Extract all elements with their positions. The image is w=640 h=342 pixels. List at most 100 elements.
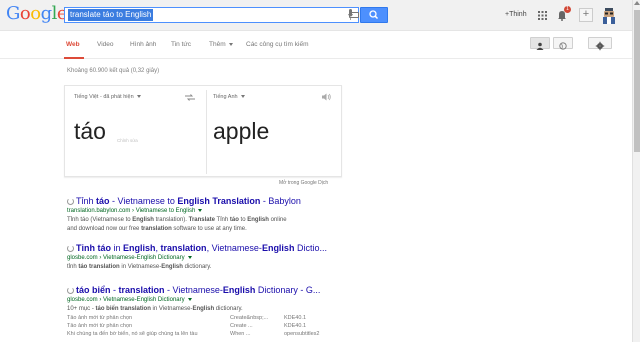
scrollbar[interactable] [632, 0, 640, 342]
logo-letter: G [6, 3, 20, 24]
snippet-text: táo [229, 217, 239, 223]
title-text: in [111, 243, 124, 253]
tab-images[interactable]: Hình ảnh [130, 41, 156, 48]
title-text: English [261, 243, 295, 253]
person-icon [536, 42, 544, 50]
target-language-select[interactable]: Tiếng Anh [213, 94, 245, 100]
search-icon [369, 10, 379, 20]
snippet-text: English [132, 217, 154, 223]
snippet-text: English [192, 306, 215, 312]
snippet-text: Tỉnh táo (Vietnamese to [67, 217, 133, 223]
result-url: glosbe.com › Vietnamese-English Dictiona… [67, 296, 337, 305]
table-cell: Tảo ảnh mới từ phản chọn [67, 315, 133, 321]
title-text: - Vietnamese- [164, 285, 223, 295]
snippet-text: táo biển [95, 306, 119, 312]
url-text: glosbe.com › Vietnamese-English Dictiona… [67, 255, 185, 261]
title-text: , Vietnamese- [206, 243, 262, 253]
avatar[interactable] [601, 7, 617, 24]
source-language-label: Tiếng Việt - đã phát hiện [74, 94, 134, 100]
chevron-down-icon[interactable] [187, 297, 192, 301]
result-snippet: and download now our free translation so… [67, 225, 337, 234]
table-cell: Create&nbsp;... [230, 315, 269, 321]
table-cell: When ... [230, 331, 251, 337]
title-text: táo [96, 196, 110, 206]
title-text: English Translation [177, 196, 261, 206]
snippet-text: English [161, 264, 183, 270]
title-text: Dictio... [294, 243, 327, 253]
search-result: táo biển - translation - Vietnamese-Engl… [67, 285, 337, 338]
source-language-select[interactable]: Tiếng Việt - đã phát hiện [74, 94, 141, 100]
snippet-text: translation). [153, 217, 189, 223]
result-url: glosbe.com › Vietnamese-English Dictiona… [67, 254, 337, 263]
snippet-text: software to use at any time. [171, 226, 247, 232]
result-table: Tảo ảnh mới từ phản chọn Create&nbsp;...… [67, 314, 337, 338]
google-logo[interactable]: Google [6, 3, 68, 24]
table-cell: Tảo ảnh mới từ phản chọn [67, 323, 133, 329]
search-button[interactable] [360, 7, 388, 23]
title-text: táo biển [76, 285, 111, 295]
search-input[interactable]: translate táo to English [68, 9, 154, 21]
gear-icon [595, 41, 605, 51]
table-cell: Create ... [230, 323, 253, 329]
tab-web[interactable]: Web [66, 41, 80, 48]
table-row: Khi chúng ta đến bờ biển, nó sẽ giúp chú… [67, 330, 337, 338]
scroll-up-arrow-icon[interactable] [634, 1, 640, 5]
result-stats: Khoảng 60.900 kết quả (0,32 giây) [67, 68, 160, 74]
result-title-link[interactable]: Tỉnh táo - Vietnamese to English Transla… [67, 196, 337, 207]
open-in-google-translate-link[interactable]: Mở trong Google Dịch [279, 180, 328, 186]
chevron-down-icon [240, 95, 245, 99]
edit-source-link[interactable]: Chỉnh sửa [117, 138, 138, 143]
search-result: Tỉnh táo in English, translation, Vietna… [67, 243, 337, 272]
profile-link[interactable]: +Thinh [505, 11, 527, 18]
share-plus-button[interactable]: + [579, 8, 593, 22]
chevron-down-icon[interactable] [198, 208, 203, 212]
snippet-text: and download now our free [67, 226, 142, 232]
search-box[interactable]: translate táo to English [64, 7, 359, 23]
url-text: glosbe.com › Vietnamese-English Dictiona… [67, 297, 185, 303]
snippet-text: online [268, 217, 287, 223]
apps-grid-icon[interactable] [538, 11, 547, 20]
scrollbar-thumb[interactable] [634, 10, 640, 152]
source-text[interactable]: táo [74, 118, 106, 145]
snippet-text: translation [118, 306, 151, 312]
tab-more-label: Thêm [209, 41, 226, 48]
swap-languages-icon[interactable] [185, 94, 195, 101]
result-snippet: tỉnh táo translation in Vietnamese-Engli… [67, 263, 337, 272]
microphone-icon[interactable] [348, 9, 353, 21]
tab-more[interactable]: Thêm [209, 41, 233, 48]
snippet-text: to [238, 217, 248, 223]
title-text: - [110, 285, 119, 295]
result-title-link[interactable]: Tỉnh táo in English, translation, Vietna… [67, 243, 337, 254]
result-snippet: 10+ mục - táo biển translation in Vietna… [67, 305, 337, 314]
loading-icon [67, 245, 74, 252]
speaker-icon[interactable] [322, 93, 331, 101]
target-language-label: Tiếng Anh [213, 94, 238, 100]
snippet-text: translation [87, 264, 120, 270]
translate-card: Tiếng Việt - đã phát hiện Tiếng Anh táo … [64, 85, 342, 177]
tab-news[interactable]: Tin tức [171, 41, 191, 48]
table-cell: KDE40.1 [284, 315, 307, 321]
tab-video[interactable]: Video [97, 41, 114, 48]
title-text: English [123, 243, 156, 253]
table-row: Tảo ảnh mới từ phản chọn Create&nbsp;...… [67, 314, 337, 322]
tab-search-tools[interactable]: Các công cụ tìm kiếm [246, 41, 309, 48]
notification-badge: 1 [564, 6, 571, 13]
title-text: Dictionary - G... [255, 285, 321, 295]
title-text: English [222, 285, 256, 295]
settings-button[interactable] [588, 37, 612, 51]
snippet-text: 10+ mục - [67, 306, 96, 312]
title-text: translation [160, 243, 207, 253]
snippet-text: in Vietnamese- [150, 306, 193, 312]
title-text: - Babylon [260, 196, 301, 206]
snippet-text: táo [78, 264, 88, 270]
result-title-link[interactable]: táo biển - translation - Vietnamese-Engl… [67, 285, 337, 296]
global-results-button[interactable] [553, 37, 573, 50]
chevron-down-icon[interactable] [187, 255, 192, 259]
snippet-text: in Vietnamese- [119, 264, 162, 270]
snippet-text: Translate [188, 217, 215, 223]
personal-results-button[interactable] [530, 37, 550, 50]
snippet-text: Tỉnh [214, 217, 230, 223]
result-snippet: Tỉnh táo (Vietnamese to English translat… [67, 216, 337, 225]
logo-letter: o [19, 3, 31, 24]
snippet-text: English [247, 217, 269, 223]
